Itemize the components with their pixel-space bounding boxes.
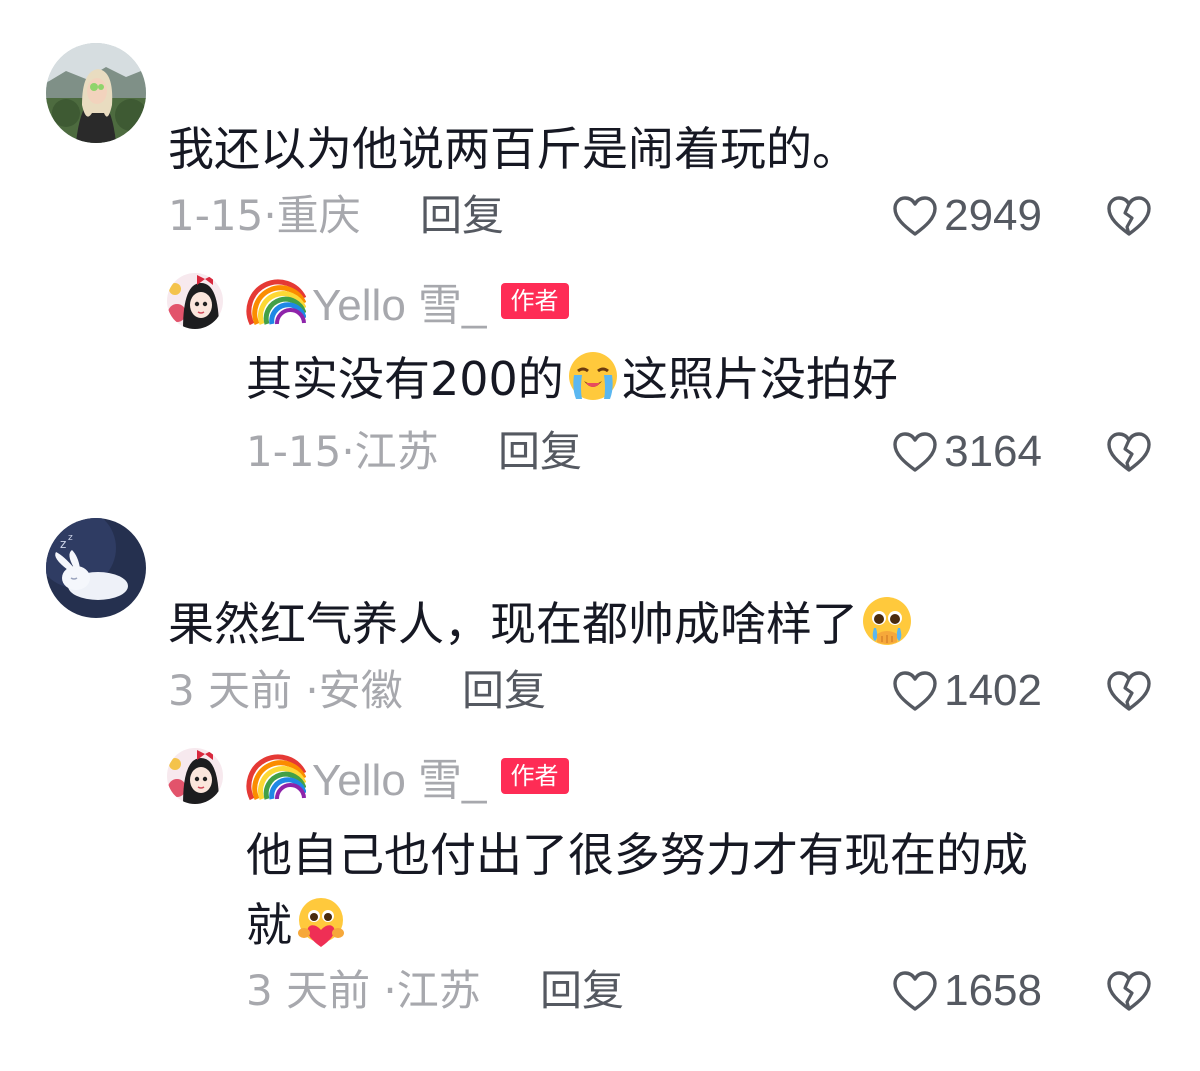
dislike-button[interactable] <box>1106 194 1152 238</box>
user-avatar[interactable]: z z <box>46 518 146 618</box>
rainbow-icon <box>246 279 306 326</box>
like-count: 1658 <box>944 966 1042 1015</box>
comment-text: 我还以为他说两百斤是闹着玩的。 <box>168 122 858 176</box>
loudly-crying-emoji-icon <box>566 349 620 403</box>
reply-date-location: 1-15·江苏 <box>246 427 439 476</box>
comment-text-part: 果然红气养人，现在都帅成啥样了 <box>168 597 858 651</box>
anime-girl-avatar-icon <box>167 748 223 804</box>
author-username[interactable]: Yello 雪_ <box>312 269 487 333</box>
user-avatar[interactable] <box>46 43 146 143</box>
heart-outline-icon <box>893 432 937 472</box>
reply-text-part: 就 <box>246 898 292 952</box>
rainbow-icon <box>246 754 306 801</box>
heart-outline-icon <box>893 671 937 711</box>
sleeping-bunny-avatar-icon: z z <box>46 518 146 618</box>
reply-text-continued: 就 <box>246 894 350 956</box>
reply-button[interactable]: 回复 <box>498 427 582 477</box>
like-button[interactable]: 3164 <box>892 427 1042 477</box>
like-button[interactable]: 1658 <box>892 966 1042 1016</box>
author-name-row: Yello 雪_ 作者 <box>246 276 569 330</box>
author-badge: 作者 <box>500 283 569 319</box>
anime-girl-avatar-icon <box>167 273 223 329</box>
author-name-row: Yello 雪_ 作者 <box>246 751 569 805</box>
author-badge: 作者 <box>500 758 569 794</box>
like-count: 2949 <box>944 191 1042 240</box>
dislike-button[interactable] <box>1106 669 1152 713</box>
reply-text: 他自己也付出了很多努力才有现在的成 <box>246 828 1028 882</box>
heart-outline-icon <box>893 971 937 1011</box>
svg-text:z: z <box>60 537 66 551</box>
like-button[interactable]: 1402 <box>892 666 1042 716</box>
broken-heart-icon <box>1107 971 1151 1011</box>
broken-heart-icon <box>1107 432 1151 472</box>
broken-heart-icon <box>1107 671 1151 711</box>
like-count: 3164 <box>944 427 1042 476</box>
comment-text: 果然红气养人，现在都帅成啥样了 <box>168 593 916 655</box>
reply-button[interactable]: 回复 <box>420 191 504 241</box>
pleading-emoji-icon <box>860 594 914 648</box>
reply-text: 其实没有200的 这照片没拍好 <box>246 348 898 410</box>
svg-text:z: z <box>68 533 73 543</box>
reply-button[interactable]: 回复 <box>462 666 546 716</box>
author-username[interactable]: Yello 雪_ <box>312 744 487 808</box>
dislike-button[interactable] <box>1106 969 1152 1013</box>
author-avatar[interactable] <box>167 273 223 329</box>
like-button[interactable]: 2949 <box>892 191 1042 241</box>
author-avatar[interactable] <box>167 748 223 804</box>
heart-outline-icon <box>893 196 937 236</box>
hugging-heart-emoji-icon <box>294 895 348 949</box>
comment-date-location: 3 天前 ·安徽 <box>168 666 403 715</box>
reply-text-part: 其实没有200的 <box>246 352 564 406</box>
girl-landscape-avatar-icon <box>46 43 146 143</box>
broken-heart-icon <box>1107 196 1151 236</box>
dislike-button[interactable] <box>1106 430 1152 474</box>
reply-date-location: 3 天前 ·江苏 <box>246 966 481 1015</box>
reply-button[interactable]: 回复 <box>540 966 624 1016</box>
like-count: 1402 <box>944 666 1042 715</box>
comment-date-location: 1-15·重庆 <box>168 191 361 240</box>
reply-text-part: 这照片没拍好 <box>621 352 898 406</box>
